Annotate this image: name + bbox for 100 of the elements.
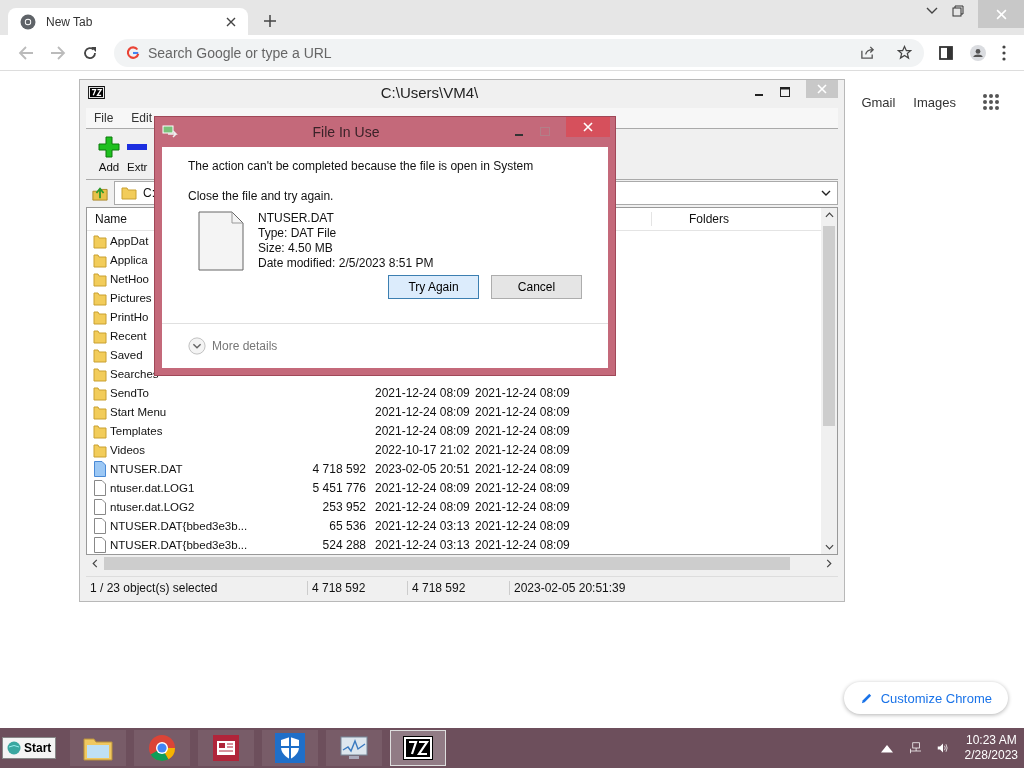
file-name[interactable]: Start Menu xyxy=(110,405,290,418)
profile-avatar-icon[interactable] xyxy=(970,44,986,61)
folder-icon xyxy=(93,308,107,325)
folder-icon xyxy=(121,186,137,200)
close-icon xyxy=(995,8,1007,20)
browser-tab[interactable]: New Tab xyxy=(8,8,248,35)
modified-date: 2021-12-24 08:09 xyxy=(375,480,471,495)
file-size: 65 536 xyxy=(328,518,366,533)
status-text: 1 / 23 object(s) selected xyxy=(86,581,308,595)
dialog-button[interactable]: Cancel xyxy=(491,275,582,299)
document-icon xyxy=(198,211,244,271)
file-name[interactable]: ntuser.dat.LOG1 xyxy=(110,481,290,494)
customize-chrome-button[interactable]: Customize Chrome xyxy=(843,682,1008,714)
file-detail: Size: 4.50 MB xyxy=(258,241,334,256)
folder-icon xyxy=(93,365,107,382)
chevron-down-icon xyxy=(188,337,206,355)
clock[interactable]: 10:23 AM 2/28/2023 xyxy=(964,733,1018,763)
created-date: 2021-12-24 08:09 xyxy=(475,404,571,419)
close-icon xyxy=(583,122,593,132)
taskbar-app-button[interactable] xyxy=(198,730,255,766)
file-icon xyxy=(93,479,107,496)
dialog-button[interactable]: Try Again xyxy=(388,275,479,299)
globe-icon xyxy=(7,741,21,755)
taskbar-app-button[interactable] xyxy=(390,730,447,766)
scroll-up-icon[interactable] xyxy=(824,212,834,218)
network-icon[interactable] xyxy=(908,742,921,754)
scroll-right-icon[interactable] xyxy=(826,559,832,568)
close-icon xyxy=(817,84,827,94)
more-details-toggle[interactable]: More details xyxy=(188,337,278,355)
toolbar-button[interactable]: Add xyxy=(94,135,124,173)
star-icon[interactable] xyxy=(897,45,912,60)
folder-icon xyxy=(93,251,107,268)
file-size: 4 718 592 xyxy=(311,461,366,476)
window-title: C:\Users\VM4\ xyxy=(379,83,480,101)
scroll-left-icon[interactable] xyxy=(92,559,98,568)
app-logo-icon xyxy=(403,736,434,760)
status-text: 4 718 592 xyxy=(408,581,510,595)
file-name[interactable]: Templates xyxy=(110,424,290,437)
folder-icon xyxy=(93,270,107,287)
vertical-scrollbar[interactable] xyxy=(821,208,837,554)
file-detail: Type: DAT File xyxy=(258,226,338,241)
modified-date: 2022-10-17 21:02 xyxy=(375,442,471,457)
modified-date: 2021-12-24 03:13 xyxy=(375,537,471,552)
dialog-title: File In Use xyxy=(311,124,381,140)
maximize-icon[interactable] xyxy=(780,87,790,97)
browser-logo-icon xyxy=(148,734,177,762)
address-placeholder: Search Google or type a URL xyxy=(148,44,332,61)
status-text: 4 718 592 xyxy=(308,581,408,595)
folder-icon xyxy=(93,384,107,401)
modified-date: 2021-12-24 08:09 xyxy=(375,423,471,438)
modified-date: 2021-12-24 08:09 xyxy=(375,404,471,419)
menu-item[interactable]: File xyxy=(94,111,114,125)
modified-date: 2023-02-05 20:51 xyxy=(375,461,471,476)
status-text: 2023-02-05 20:51:39 xyxy=(513,581,627,595)
scroll-down-icon[interactable] xyxy=(824,544,834,550)
side-panel-icon[interactable] xyxy=(938,44,954,61)
share-icon[interactable] xyxy=(860,45,875,60)
file-detail: NTUSER.DAT xyxy=(258,211,335,226)
plus-icon xyxy=(97,135,121,159)
modified-date: 2021-12-24 08:09 xyxy=(375,499,471,514)
folder-icon xyxy=(93,422,107,439)
gmail-link[interactable]: Gmail xyxy=(861,94,896,110)
new-tab-icon[interactable] xyxy=(264,15,276,27)
shield-icon xyxy=(275,733,306,763)
images-link[interactable]: Images xyxy=(913,94,956,110)
menu-icon[interactable] xyxy=(1002,44,1006,61)
toolbar-button[interactable]: Extr xyxy=(124,135,151,173)
apps-grid-icon[interactable] xyxy=(982,93,1000,111)
folder-icon xyxy=(93,289,107,306)
file-name[interactable]: NTUSER.DAT{bbed3e3b... xyxy=(110,538,290,551)
file-size: 5 451 776 xyxy=(311,480,366,495)
file-name[interactable]: NTUSER.DAT{bbed3e3b... xyxy=(110,519,290,532)
created-date: 2021-12-24 08:09 xyxy=(475,518,571,533)
created-date: 2021-12-24 08:09 xyxy=(475,480,571,495)
clock-time: 10:23 AM xyxy=(965,733,1017,748)
file-name[interactable]: Videos xyxy=(110,443,290,456)
file-name[interactable]: SendTo xyxy=(110,386,290,399)
created-date: 2021-12-24 08:09 xyxy=(475,499,571,514)
error-message: The action can't be completed because the file is open in System xyxy=(188,159,535,173)
created-date: 2021-12-24 08:09 xyxy=(475,442,571,457)
restore-icon[interactable] xyxy=(952,4,964,17)
instruction-text: Close the file and try again. xyxy=(188,189,335,203)
minus-icon xyxy=(127,144,148,150)
file-name[interactable]: NTUSER.DAT xyxy=(110,462,290,475)
menu-item[interactable]: Edit xyxy=(131,111,153,125)
clock-date: 2/28/2023 xyxy=(964,748,1018,763)
created-date: 2021-12-24 08:09 xyxy=(475,537,571,552)
folder-up-icon[interactable] xyxy=(92,185,108,201)
folder-icon xyxy=(93,327,107,344)
file-name[interactable]: ntuser.dat.LOG2 xyxy=(110,500,290,513)
speaker-icon[interactable] xyxy=(936,742,949,754)
folder-icon xyxy=(93,232,107,249)
address-field[interactable]: Search Google or type a URL xyxy=(114,38,924,67)
dialog-app-icon xyxy=(162,125,178,139)
reload-icon[interactable] xyxy=(82,44,98,61)
dropdown-caret-icon xyxy=(821,190,831,196)
file-size: 253 952 xyxy=(321,499,366,514)
close-icon[interactable] xyxy=(226,16,236,27)
column-header[interactable]: Name xyxy=(87,212,127,226)
start-button[interactable]: Start xyxy=(2,737,57,759)
